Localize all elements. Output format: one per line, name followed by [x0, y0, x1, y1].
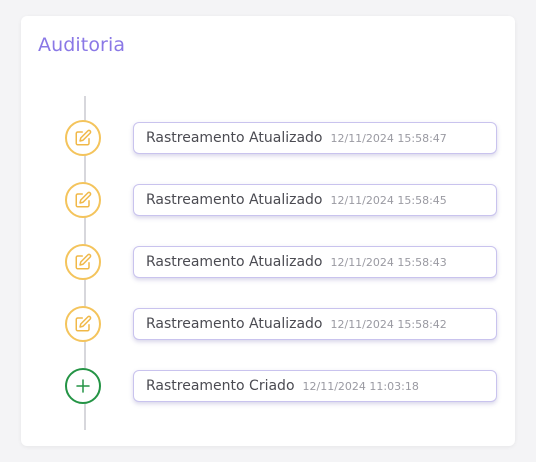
plus-icon: [65, 368, 101, 404]
audit-panel: Auditoria Rastreamento Atualizado 12/11/…: [21, 16, 515, 446]
entry-title: Rastreamento Atualizado: [146, 130, 323, 146]
edit-icon: [65, 306, 101, 342]
entry-timestamp: 12/11/2024 15:58:45: [330, 193, 447, 207]
entry-title: Rastreamento Atualizado: [146, 316, 323, 332]
entry-timestamp: 12/11/2024 11:03:18: [302, 379, 419, 393]
entry-title: Rastreamento Atualizado: [146, 254, 323, 270]
audit-entry[interactable]: Rastreamento Atualizado 12/11/2024 15:58…: [133, 184, 497, 216]
entry-timestamp: 12/11/2024 15:58:43: [330, 255, 447, 269]
entry-timestamp: 12/11/2024 15:58:42: [330, 317, 447, 331]
audit-entry[interactable]: Rastreamento Criado 12/11/2024 11:03:18: [133, 370, 497, 402]
entry-title: Rastreamento Atualizado: [146, 192, 323, 208]
edit-icon: [65, 120, 101, 156]
edit-icon: [65, 182, 101, 218]
audit-entry[interactable]: Rastreamento Atualizado 12/11/2024 15:58…: [133, 246, 497, 278]
panel-title: Auditoria: [38, 34, 126, 56]
audit-entry[interactable]: Rastreamento Atualizado 12/11/2024 15:58…: [133, 122, 497, 154]
entry-title: Rastreamento Criado: [146, 378, 295, 394]
entry-timestamp: 12/11/2024 15:58:47: [330, 131, 447, 145]
audit-entry[interactable]: Rastreamento Atualizado 12/11/2024 15:58…: [133, 308, 497, 340]
edit-icon: [65, 244, 101, 280]
